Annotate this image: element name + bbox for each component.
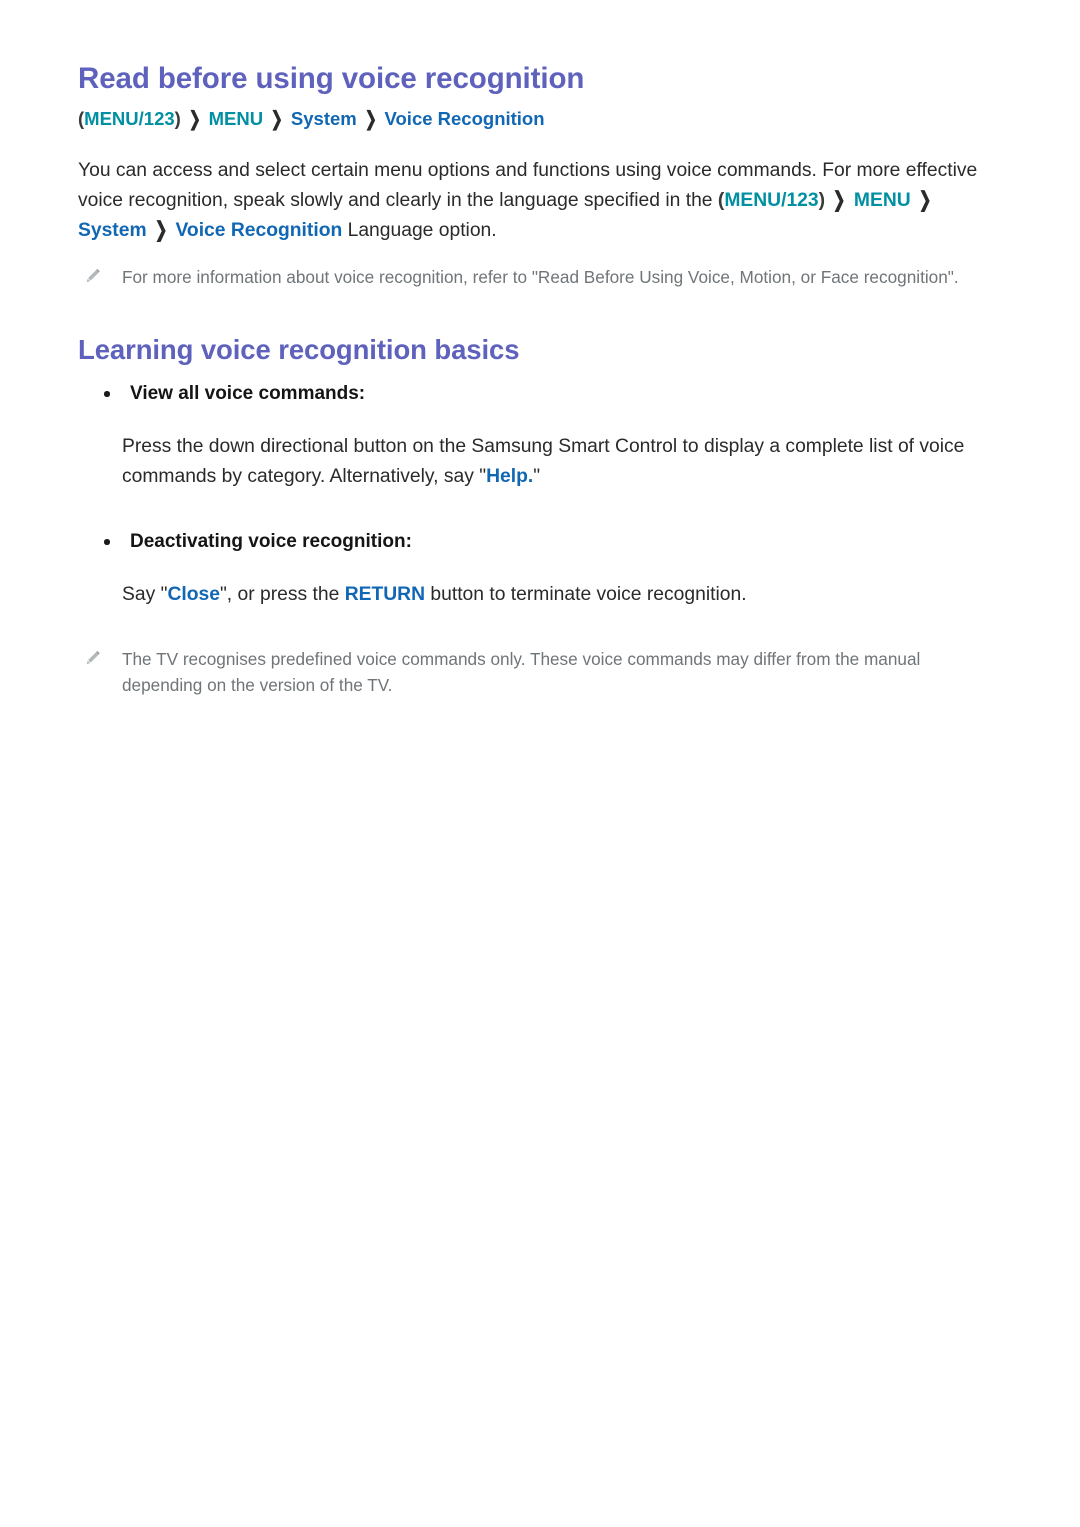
- breadcrumb-item-voice-recognition[interactable]: Voice Recognition: [385, 108, 545, 129]
- chevron-right-icon: ❯: [918, 189, 932, 212]
- bullet-body-before: Press the down directional button on the…: [122, 436, 965, 487]
- bullet-body-wrapper: Say "Close", or press the RETURN button …: [78, 580, 998, 610]
- breadcrumb-close-paren: ): [174, 108, 181, 129]
- intro-text-after: Language option.: [342, 220, 497, 241]
- pencil-icon: [84, 650, 102, 668]
- intro-token-voice-recognition[interactable]: Voice Recognition: [175, 220, 342, 241]
- note-text: The TV recognises predefined voice comma…: [122, 649, 921, 695]
- breadcrumb: (MENU/123) ❯ MENU ❯ System ❯ Voice Recog…: [78, 106, 998, 132]
- breadcrumb-item-menu[interactable]: MENU: [209, 108, 263, 129]
- bullet-highlight-close[interactable]: Close: [167, 584, 220, 605]
- bullet-body-after: ": [533, 466, 541, 487]
- bullet-body-after: button to terminate voice recognition.: [425, 584, 747, 605]
- chevron-right-icon: ❯: [154, 219, 168, 242]
- breadcrumb-item-system[interactable]: System: [291, 108, 357, 129]
- chevron-right-icon: ❯: [833, 189, 846, 212]
- bullet-highlight-return[interactable]: RETURN: [345, 584, 425, 605]
- intro-token-system[interactable]: System: [78, 220, 147, 241]
- chevron-right-icon: ❯: [188, 107, 201, 130]
- pencil-icon: [84, 268, 102, 286]
- document-page: Read before using voice recognition (MEN…: [0, 0, 1080, 1527]
- chevron-right-icon: ❯: [270, 107, 284, 130]
- document-content: Read before using voice recognition (MEN…: [78, 62, 998, 698]
- list-item: Deactivating voice recognition:: [78, 528, 998, 556]
- bullet-body: Press the down directional button on the…: [122, 432, 998, 492]
- bullet-label: View all voice commands:: [130, 383, 366, 404]
- note-block: For more information about voice recogni…: [78, 264, 998, 290]
- bullet-body-before: Say ": [122, 584, 168, 605]
- chevron-right-icon: ❯: [364, 107, 377, 130]
- breadcrumb-item-menu123[interactable]: MENU/123: [84, 108, 174, 129]
- note-block: The TV recognises predefined voice comma…: [78, 646, 998, 698]
- bullet-body-mid: ", or press the: [219, 584, 345, 605]
- page-title: Read before using voice recognition: [78, 62, 585, 95]
- bullet-dot-icon: [104, 391, 110, 397]
- bullet-dot-icon: [104, 539, 110, 545]
- note-text: For more information about voice recogni…: [122, 267, 959, 287]
- bullet-body: Say "Close", or press the RETURN button …: [122, 580, 998, 610]
- bullet-label: Deactivating voice recognition:: [130, 531, 412, 552]
- list-item: View all voice commands:: [78, 380, 998, 408]
- intro-token-menu123[interactable]: MENU/123: [724, 190, 818, 211]
- bullet-highlight-help[interactable]: Help.: [486, 466, 533, 487]
- intro-close-paren: ): [818, 190, 826, 211]
- bullet-body-wrapper: Press the down directional button on the…: [78, 432, 998, 492]
- section-title: Learning voice recognition basics: [78, 334, 520, 365]
- intro-paragraph: You can access and select certain menu o…: [78, 156, 998, 246]
- intro-token-menu[interactable]: MENU: [854, 190, 911, 211]
